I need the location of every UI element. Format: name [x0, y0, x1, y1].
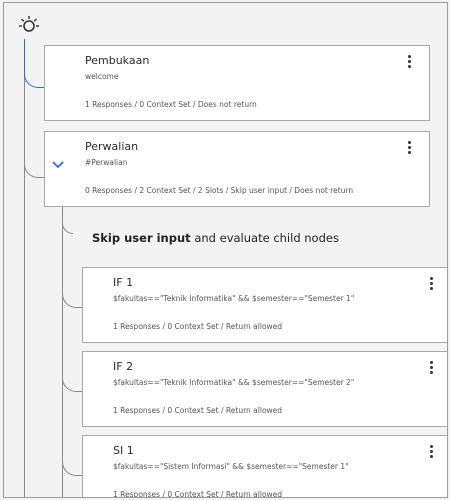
overflow-menu-icon[interactable] — [427, 276, 435, 292]
node-connector — [24, 133, 45, 178]
selected-connector — [24, 39, 45, 88]
dialog-tree-frame: Pembukaan welcome 1 Responses / 0 Contex… — [3, 2, 448, 498]
node-condition: welcome — [85, 72, 119, 81]
chevron-down-icon[interactable] — [51, 158, 65, 172]
node-connector — [62, 279, 83, 308]
dialog-node-card[interactable]: IF 1 $fakultas=="Teknik Informatika" && … — [82, 267, 447, 343]
node-title: IF 1 — [113, 276, 134, 289]
node-connector — [62, 221, 73, 234]
node-title: Pembukaan — [85, 54, 150, 67]
skip-description: and evaluate child nodes — [190, 231, 339, 245]
dialog-node-card[interactable]: IF 2 $fakultas=="Teknik Informatika" && … — [82, 351, 447, 427]
node-condition: $fakultas=="Teknik Informatika" && $seme… — [113, 294, 355, 303]
overflow-menu-icon[interactable] — [405, 140, 413, 156]
node-meta: 0 Responses / 2 Context Set / 2 Slots / … — [85, 186, 354, 195]
node-meta: 1 Responses / 0 Context Set / Return all… — [113, 322, 283, 331]
skip-label: Skip user input — [92, 231, 191, 245]
node-connector — [62, 363, 83, 392]
node-meta: 1 Responses / 0 Context Set / Does not r… — [85, 100, 257, 109]
node-connector — [62, 447, 83, 476]
node-meta: 1 Responses / 0 Context Set / Return all… — [113, 406, 283, 415]
skip-user-input-note: Skip user input and evaluate child nodes — [92, 231, 339, 245]
overflow-menu-icon[interactable] — [427, 360, 435, 376]
node-title: SI 1 — [113, 444, 134, 457]
tree-trunk-line — [24, 39, 25, 497]
node-condition: $fakultas=="Teknik Informatika" && $seme… — [113, 378, 355, 387]
node-title: IF 2 — [113, 360, 134, 373]
node-meta: 1 Responses / 0 Context Set / Return all… — [113, 490, 283, 498]
dialog-node-card[interactable]: SI 1 $fakultas=="Sistem Informasi" && $s… — [82, 435, 447, 498]
node-condition: $fakultas=="Sistem Informasi" && $semest… — [113, 462, 349, 471]
dialog-node-card[interactable]: Pembukaan welcome 1 Responses / 0 Contex… — [44, 45, 430, 121]
node-title: Perwalian — [85, 140, 139, 153]
sun-node-icon — [19, 16, 39, 32]
overflow-menu-icon[interactable] — [405, 54, 413, 70]
dialog-node-card[interactable]: Perwalian #Perwalian 0 Responses / 2 Con… — [44, 131, 430, 207]
overflow-menu-icon[interactable] — [427, 444, 435, 460]
node-condition: #Perwalian — [85, 158, 128, 167]
